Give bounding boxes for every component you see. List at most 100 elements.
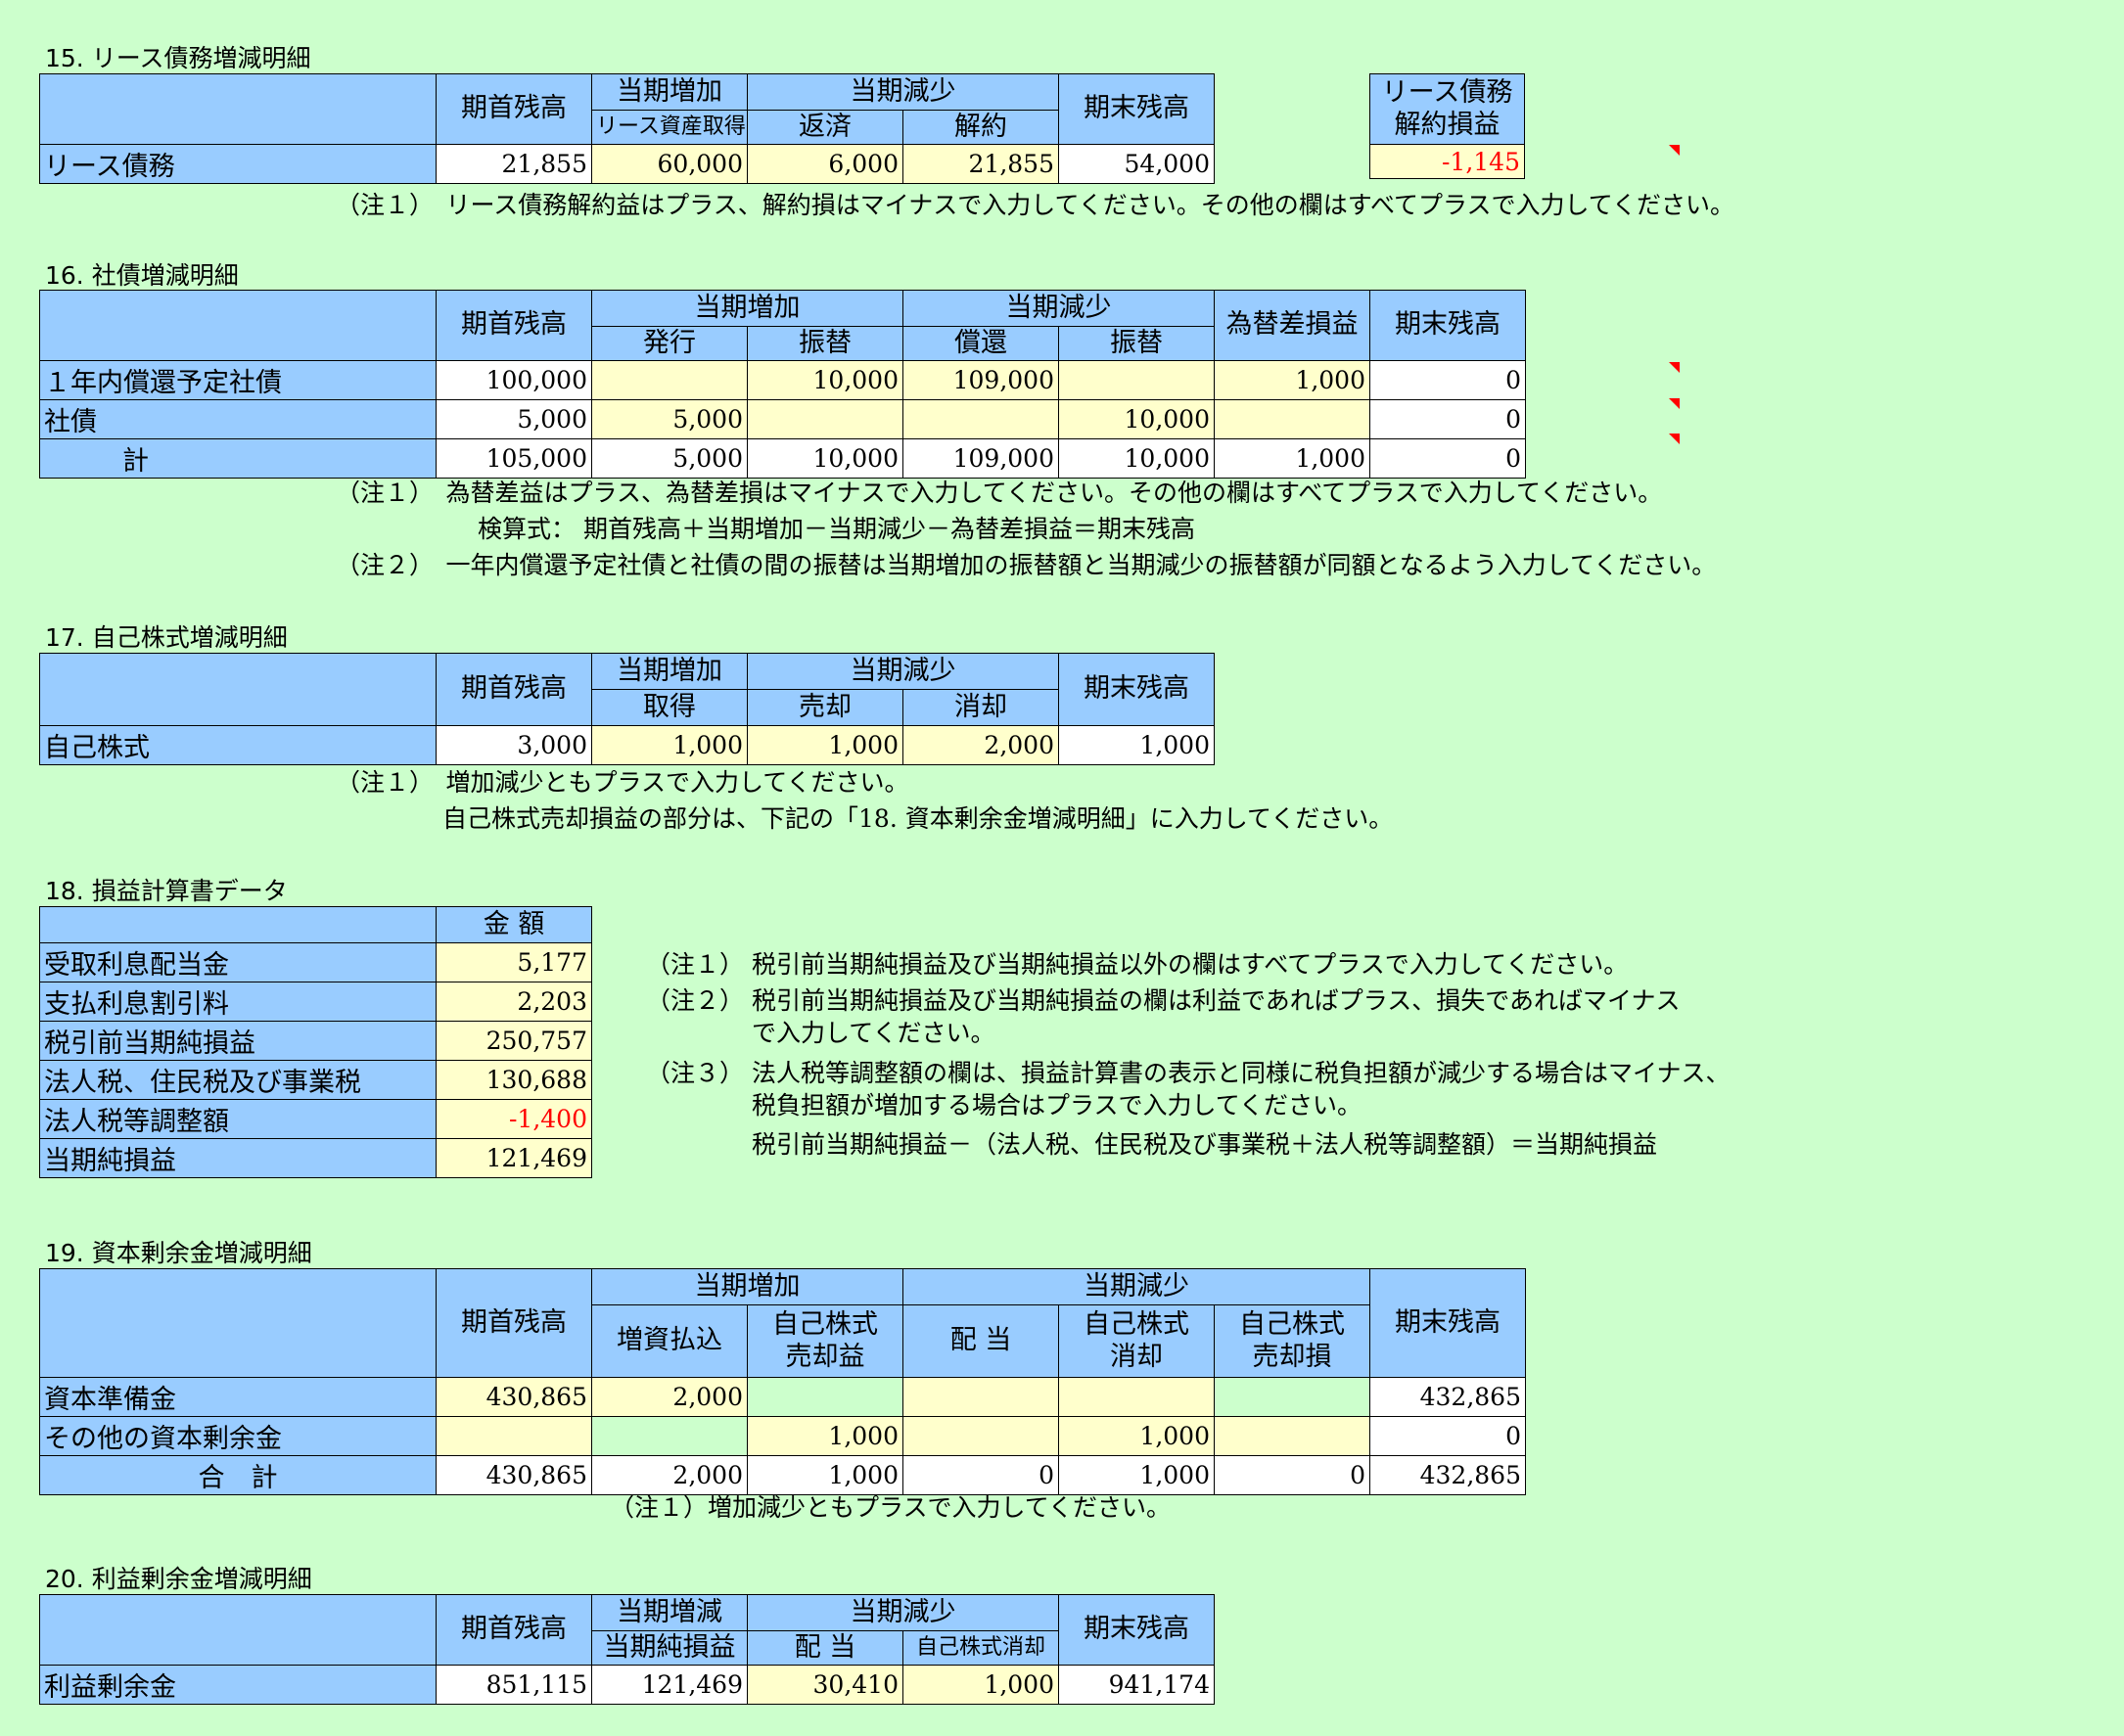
- cell-begin[interactable]: [436, 1416, 592, 1456]
- cell-treasury-retire[interactable]: [1058, 1377, 1215, 1417]
- header-issue: 発行: [591, 326, 748, 361]
- cell-begin: 430,865: [436, 1455, 592, 1495]
- row-label: 法人税、住民税及び事業税: [39, 1060, 437, 1100]
- cell-dividend[interactable]: 30,410: [747, 1665, 903, 1705]
- header-begin: 期首残高: [436, 1594, 592, 1666]
- cell-amount[interactable]: 121,469: [436, 1138, 592, 1178]
- cell-inc-transfer[interactable]: [747, 399, 903, 439]
- cell-issue[interactable]: [591, 360, 748, 400]
- header-increase: 当期増加: [591, 1268, 903, 1305]
- header-cancellation: 解約: [902, 110, 1059, 145]
- cell-end: 432,865: [1369, 1455, 1526, 1495]
- cell-redeem[interactable]: 109,000: [902, 360, 1059, 400]
- cell-begin[interactable]: 3,000: [436, 725, 592, 765]
- cell-amount[interactable]: -1,400: [436, 1099, 592, 1139]
- cell-capital-payment: [591, 1416, 748, 1456]
- header-blank: [39, 290, 437, 361]
- cell-begin[interactable]: 21,855: [436, 144, 592, 184]
- header-sell: 売却: [747, 689, 903, 726]
- header-increase: 当期増加: [591, 290, 903, 327]
- cell-end[interactable]: 432,865: [1369, 1377, 1526, 1417]
- header-begin: 期首残高: [436, 290, 592, 361]
- note-17-1: （注１） 増加減少ともプラスで入力してください。: [336, 768, 909, 797]
- cell-end[interactable]: 0: [1369, 1416, 1526, 1456]
- header-decrease: 当期減少: [902, 290, 1215, 327]
- cell-treasury-retire[interactable]: 1,000: [902, 1665, 1059, 1705]
- header-treasury-gain: 自己株式 売却益: [747, 1304, 903, 1378]
- cell-end[interactable]: 941,174: [1058, 1665, 1215, 1705]
- cell-end[interactable]: 1,000: [1058, 725, 1215, 765]
- cell-amount[interactable]: 2,203: [436, 982, 592, 1022]
- cell-fx[interactable]: [1214, 399, 1370, 439]
- row-label: 税引前当期純損益: [39, 1021, 437, 1061]
- cell-treasury-gain: [747, 1377, 903, 1417]
- cell-dividend: 0: [902, 1455, 1059, 1495]
- header-blank: [39, 906, 437, 943]
- comment-marker: [1669, 362, 1680, 373]
- cell-amount[interactable]: 130,688: [436, 1060, 592, 1100]
- header-treasury-loss-line1: 自己株式: [1239, 1309, 1345, 1341]
- row-label: 資本準備金: [39, 1377, 437, 1417]
- header-dividend: 配 当: [747, 1630, 903, 1666]
- cell-begin[interactable]: 430,865: [436, 1377, 592, 1417]
- cell-lease-cancel-pl[interactable]: -1,145: [1369, 144, 1525, 179]
- capital-surplus-table: 期首残高 当期増加 当期減少 期末残高 増資払込 自己株式 売却益 配 当 自己…: [39, 1268, 1526, 1495]
- header-decrease: 当期減少: [902, 1268, 1370, 1305]
- cell-dividend[interactable]: [902, 1377, 1059, 1417]
- cell-dec-transfer: 10,000: [1058, 438, 1215, 479]
- cell-begin[interactable]: 5,000: [436, 399, 592, 439]
- cell-dec-transfer[interactable]: 10,000: [1058, 399, 1215, 439]
- cell-begin[interactable]: 100,000: [436, 360, 592, 400]
- cell-treasury-retire[interactable]: 1,000: [1058, 1416, 1215, 1456]
- lease-cancel-pl-table: リース債務 解約損益 -1,145: [1369, 73, 1525, 179]
- cell-dividend[interactable]: [902, 1416, 1059, 1456]
- header-end: 期末残高: [1369, 290, 1526, 361]
- cell-redeem[interactable]: [902, 399, 1059, 439]
- header-treasury-gain-line2: 売却益: [785, 1341, 865, 1372]
- note-15-1: （注１） リース債務解約益はプラス、解約損はマイナスで入力してください。その他の…: [336, 191, 1735, 219]
- cell-acquire[interactable]: 1,000: [591, 725, 748, 765]
- note-18-3-tag: （注３）: [646, 1059, 745, 1087]
- treasury-stock-table: 期首残高 当期増加 当期減少 期末残高 取得 売却 消却 自己株式 3,000 …: [39, 653, 1215, 765]
- cell-retire[interactable]: 2,000: [902, 725, 1059, 765]
- cell-treasury-retire: 1,000: [1058, 1455, 1215, 1495]
- cell-inc-transfer[interactable]: 10,000: [747, 360, 903, 400]
- note-16-1: （注１） 為替差益はプラス、為替差損はマイナスで入力してください。その他の欄はす…: [336, 479, 1663, 507]
- cell-dec-transfer[interactable]: [1058, 360, 1215, 400]
- row-label: 受取利息配当金: [39, 942, 437, 982]
- header-end: 期末残高: [1369, 1268, 1526, 1378]
- cell-end[interactable]: 54,000: [1058, 144, 1215, 184]
- header-end: 期末残高: [1058, 1594, 1215, 1666]
- cell-inc-transfer: 10,000: [747, 438, 903, 479]
- note-16-2: （注２） 一年内償還予定社債と社債の間の振替は当期増加の振替額と当期減少の振替額…: [336, 551, 1717, 579]
- cell-net-income[interactable]: 121,469: [591, 1665, 748, 1705]
- header-change: 当期増減: [591, 1594, 748, 1631]
- header-treasury-gain-line1: 自己株式: [772, 1309, 878, 1341]
- row-label: 自己株式: [39, 725, 437, 765]
- cell-amount[interactable]: 250,757: [436, 1021, 592, 1061]
- cell-increase[interactable]: 60,000: [591, 144, 748, 184]
- header-amount: 金 額: [436, 906, 592, 943]
- cell-treasury-gain: 1,000: [747, 1455, 903, 1495]
- row-label: １年内償還予定社債: [39, 360, 437, 400]
- cell-sell[interactable]: 1,000: [747, 725, 903, 765]
- cell-end[interactable]: 0: [1369, 399, 1526, 439]
- cell-begin[interactable]: 851,115: [436, 1665, 592, 1705]
- header-end: 期末残高: [1058, 653, 1215, 726]
- header-capital-payment: 増資払込: [591, 1304, 748, 1378]
- cell-amount[interactable]: 5,177: [436, 942, 592, 982]
- header-treasury-retire: 自己株式 消却: [1058, 1304, 1215, 1378]
- cell-treasury-gain[interactable]: 1,000: [747, 1416, 903, 1456]
- header-blank: [39, 1594, 437, 1666]
- comment-marker: [1669, 434, 1680, 444]
- header-repayment: 返済: [747, 110, 903, 145]
- cell-end[interactable]: 0: [1369, 360, 1526, 400]
- note-18-2-tag: （注２）: [646, 986, 745, 1015]
- cell-cancellation[interactable]: 21,855: [902, 144, 1059, 184]
- cell-repayment[interactable]: 6,000: [747, 144, 903, 184]
- cell-treasury-loss[interactable]: [1214, 1416, 1370, 1456]
- cell-capital-payment[interactable]: 2,000: [591, 1377, 748, 1417]
- cell-fx[interactable]: 1,000: [1214, 360, 1370, 400]
- cell-issue[interactable]: 5,000: [591, 399, 748, 439]
- section-title-retained-earnings: 20. 利益剰余金増減明細: [45, 1565, 312, 1593]
